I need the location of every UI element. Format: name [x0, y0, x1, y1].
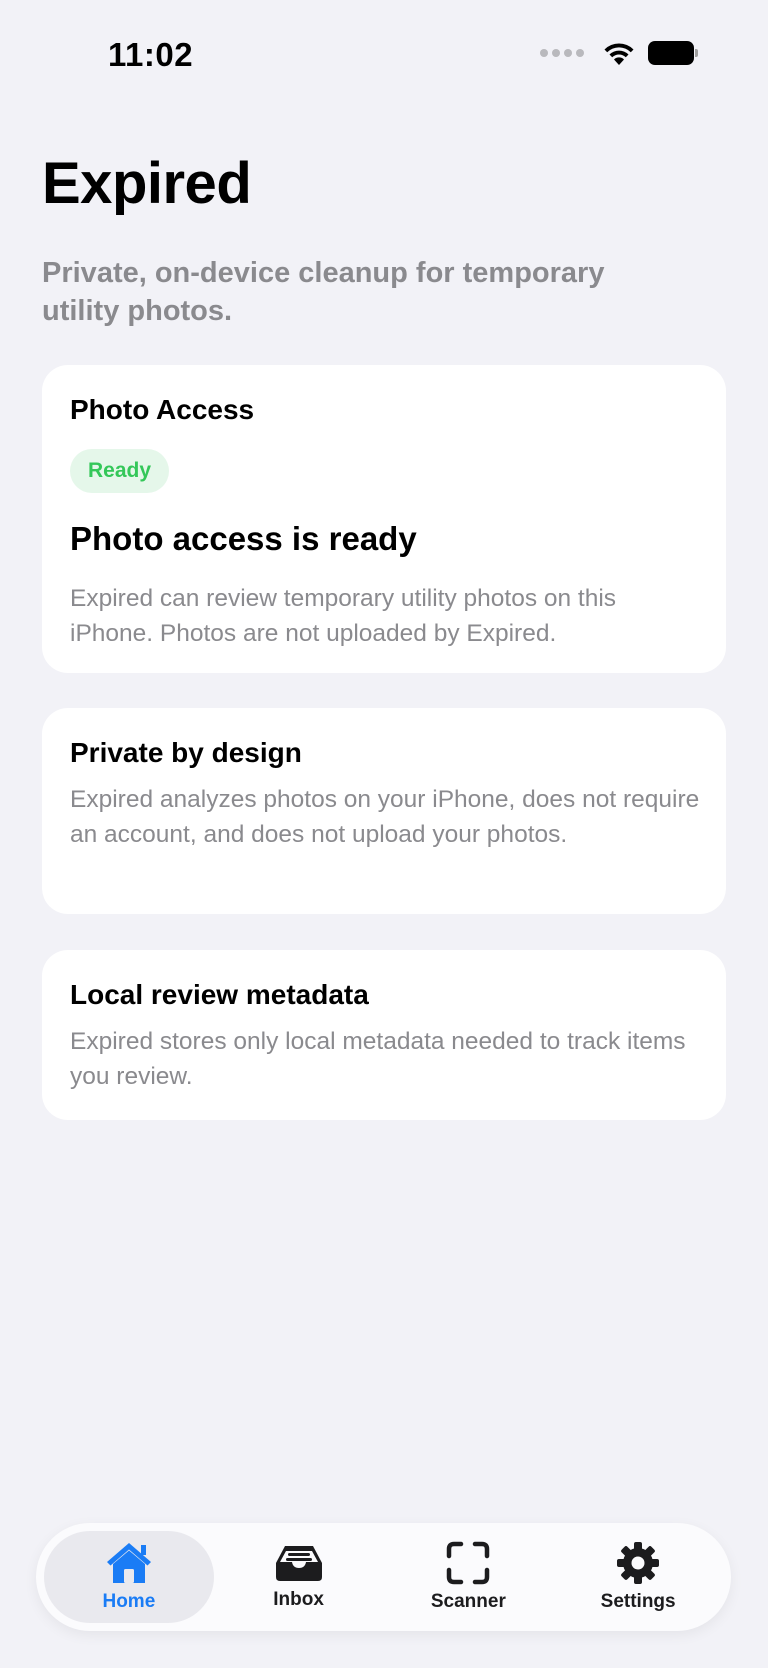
house-icon [106, 1543, 151, 1583]
battery-icon [648, 41, 698, 65]
card-body: Expired analyzes photos on your iPhone, … [70, 786, 700, 848]
page-title: Expired [42, 151, 252, 216]
tray-icon [275, 1546, 322, 1581]
tab-label-scanner: Scanner [430, 1591, 506, 1612]
page-subtitle: Private, on-device cleanup for temporary… [42, 257, 605, 327]
cellular-signal-icon [540, 49, 584, 57]
tab-bar: Home Inbox Scanner Settings [36, 1523, 731, 1631]
tab-label-home: Home [102, 1591, 156, 1612]
wifi-icon [604, 43, 634, 65]
card-heading: Photo Access [70, 394, 255, 425]
status-indicators [540, 40, 698, 66]
status-time: 11:02 [108, 36, 194, 73]
status-bar: 11:02 [0, 0, 768, 110]
card-heading: Local review metadata [70, 979, 369, 1010]
tab-scanner[interactable]: Scanner [384, 1531, 554, 1623]
tab-settings[interactable]: Settings [553, 1531, 723, 1623]
card-heading: Private by design [70, 737, 302, 768]
status-badge: Ready [70, 449, 170, 493]
tab-label-settings: Settings [600, 1591, 676, 1612]
viewfinder-icon [447, 1541, 490, 1585]
private-by-design-card: Private by design Expired analyzes photo… [42, 708, 726, 914]
local-review-metadata-card: Local review metadata Expired stores onl… [42, 950, 726, 1120]
photo-access-card: Photo Access Ready Photo access is ready… [42, 365, 726, 673]
card-subheading: Photo access is ready [70, 520, 417, 557]
tab-inbox[interactable]: Inbox [214, 1531, 384, 1623]
tab-label-inbox: Inbox [273, 1589, 324, 1610]
tab-home[interactable]: Home [44, 1531, 214, 1623]
card-body: Expired can review temporary utility pho… [70, 585, 617, 647]
gear-icon [617, 1542, 660, 1584]
card-body: Expired stores only local metadata neede… [70, 1028, 686, 1090]
